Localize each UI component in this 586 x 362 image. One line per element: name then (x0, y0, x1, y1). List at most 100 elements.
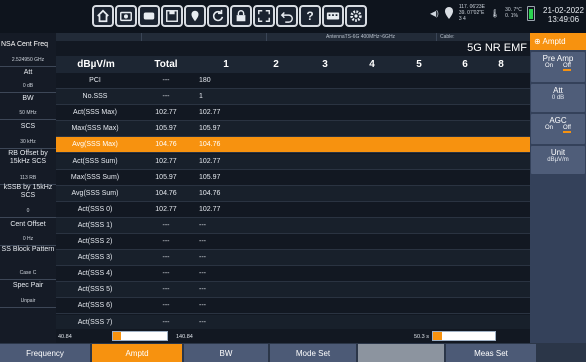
screenshot-icon[interactable] (115, 5, 137, 27)
row-cell-1: 105.97 (199, 173, 221, 181)
table-row[interactable]: Max(SSS Max) 105.97 105.97 (56, 121, 530, 138)
left-panel-value[interactable]: 50 MHz (0, 108, 56, 118)
keyboard-icon[interactable] (322, 5, 344, 27)
meas-set-tab[interactable]: Meas Set (446, 344, 536, 362)
header-unit: dBµV/m (77, 59, 115, 70)
att-key[interactable]: Att 0 dB (531, 84, 585, 112)
mode-set-tab[interactable]: Mode Set (270, 344, 356, 362)
row-label: Act(SSS 1) (77, 221, 113, 229)
left-panel-label[interactable]: Spec Pair (0, 280, 56, 292)
bw-tab[interactable]: BW (184, 344, 268, 362)
left-panel-value[interactable]: 113 RB (0, 173, 56, 183)
row-cell-1: --- (199, 254, 206, 262)
amptd-tab[interactable]: Amptd (92, 344, 182, 362)
left-panel-label[interactable]: RB Offset by 15kHz SCS (0, 150, 56, 166)
left-panel-divider (0, 148, 56, 149)
row-total: 104.76 (155, 141, 177, 149)
row-cell-1: --- (199, 318, 206, 326)
speaker-icon: ◀) (430, 8, 439, 18)
info-divider (141, 33, 142, 41)
row-total: --- (162, 254, 170, 262)
pre-amp-key[interactable]: Pre Amp On Off (531, 52, 585, 82)
table-row[interactable]: Act(SSS 2) --- --- (56, 234, 530, 250)
left-panel-label[interactable]: BW (0, 93, 56, 105)
table-row[interactable]: Act(SSS 4) --- --- (56, 266, 530, 283)
pre-amp-title: Pre Amp (542, 54, 574, 63)
collapse-icon: ⊕ (534, 37, 541, 46)
table-row[interactable]: PCI --- 180 (56, 73, 530, 89)
frequency-tab[interactable]: Frequency (0, 344, 90, 362)
marker-icon[interactable] (184, 5, 206, 27)
unit-title: Unit (550, 148, 566, 157)
agc-off[interactable]: Off (563, 125, 571, 133)
row-label: No.SSS (82, 93, 108, 101)
info-bar: AntennaTS-6G 400MHz~6GHz Cable: (56, 33, 530, 41)
header-col-4: 4 (369, 59, 375, 70)
battery-icon (526, 5, 535, 21)
save-icon[interactable] (161, 5, 183, 27)
left-panel-value[interactable]: Unpair (0, 296, 56, 306)
row-cell-1: --- (199, 221, 206, 229)
refresh-icon[interactable] (207, 5, 229, 27)
table-row[interactable]: Avg(SSS Sum) 104.76 104.76 (56, 185, 530, 202)
left-panel-value[interactable]: 0 dB (0, 81, 56, 91)
table-row[interactable]: Act(SSS 6) --- --- (56, 298, 530, 315)
table-row[interactable]: Act(SSS Sum) 102.77 102.77 (56, 153, 530, 170)
pre-amp-on[interactable]: On (545, 63, 553, 71)
table-row[interactable]: Avg(SSS Max) 104.76 104.76 (56, 137, 530, 154)
left-panel-value[interactable]: 30 kHz (0, 137, 56, 147)
left-panel-label[interactable]: kSSB by 15kHz SCS (0, 184, 56, 200)
left-panel-value[interactable]: 0 (0, 206, 56, 216)
undo-icon[interactable] (276, 5, 298, 27)
agc-key[interactable]: AGC On Off (531, 114, 585, 144)
table-row[interactable]: Act(SSS 3) --- --- (56, 250, 530, 267)
row-total: --- (162, 302, 170, 310)
row-label: Act(SSS Sum) (72, 157, 118, 165)
left-panel-label[interactable]: SS Block Pattern (0, 246, 56, 254)
table-row[interactable]: Act(SSS 5) --- --- (56, 282, 530, 299)
row-cell-1: 180 (199, 77, 211, 84)
left-panel-value[interactable]: Case C (0, 268, 56, 278)
row-cell-1: --- (199, 286, 206, 294)
range-low: 40.84 (58, 334, 72, 340)
fullscreen-icon[interactable] (253, 5, 275, 27)
row-total: 105.97 (155, 125, 177, 133)
left-panel-label[interactable]: Att (0, 66, 56, 79)
time-text: 13:49:06 (547, 15, 580, 24)
row-total: --- (162, 93, 170, 101)
left-panel-value[interactable]: 2.524950 GHz (0, 55, 56, 65)
help-icon[interactable]: ? (299, 5, 321, 27)
softkey-panel: ⊕ Amptd Pre Amp On Off Att 0 dB AGC On O… (530, 33, 586, 343)
agc-toggle[interactable]: On Off (531, 125, 585, 133)
left-panel-label[interactable]: SCS (0, 121, 56, 133)
gps-readout: 117. 06'23E 39. 07'02"E 3 4 (458, 4, 485, 22)
agc-on[interactable]: On (545, 125, 553, 133)
lock-icon[interactable] (230, 5, 252, 27)
row-total: --- (162, 286, 170, 294)
range-high: 140.84 (176, 334, 193, 340)
thermometer-icon: 🌡 (490, 8, 501, 18)
pre-amp-toggle[interactable]: On Off (531, 63, 585, 71)
record-icon[interactable] (138, 5, 160, 27)
settings-icon[interactable] (345, 5, 367, 27)
antenna-info: AntennaTS-6G 400MHz~6GHz (326, 34, 396, 40)
date-text: 21-02-2022 (543, 6, 584, 15)
table-row[interactable]: No.SSS --- 1 (56, 89, 530, 106)
unit-value: dBµV/m (547, 157, 569, 163)
amptd-menu-header[interactable]: ⊕ Amptd (530, 33, 586, 50)
row-cell-1: 102.77 (199, 157, 221, 165)
left-panel-label[interactable]: Cent Offset (0, 218, 56, 232)
pre-amp-off[interactable]: Off (563, 63, 571, 71)
bottom-menu-bar: Frequency Amptd BW Mode Set Meas Set (0, 343, 586, 362)
unit-key[interactable]: Unit dBµV/m (531, 146, 585, 174)
row-label: Avg(SSS Sum) (71, 189, 119, 197)
home-icon[interactable] (92, 5, 114, 27)
left-panel-divider (0, 307, 56, 308)
row-total: --- (162, 238, 170, 245)
table-row[interactable]: Act(SSS 0) 102.77 102.77 (56, 202, 530, 218)
table-row[interactable]: Act(SSS 1) --- --- (56, 217, 530, 234)
row-label: Act(SSS 0) (77, 205, 113, 213)
table-row[interactable]: Max(SSS Sum) 105.97 105.97 (56, 170, 530, 186)
table-row[interactable]: Act(SSS Max) 102.77 102.77 (56, 105, 530, 122)
left-panel-value[interactable]: 0 Hz (0, 234, 56, 244)
